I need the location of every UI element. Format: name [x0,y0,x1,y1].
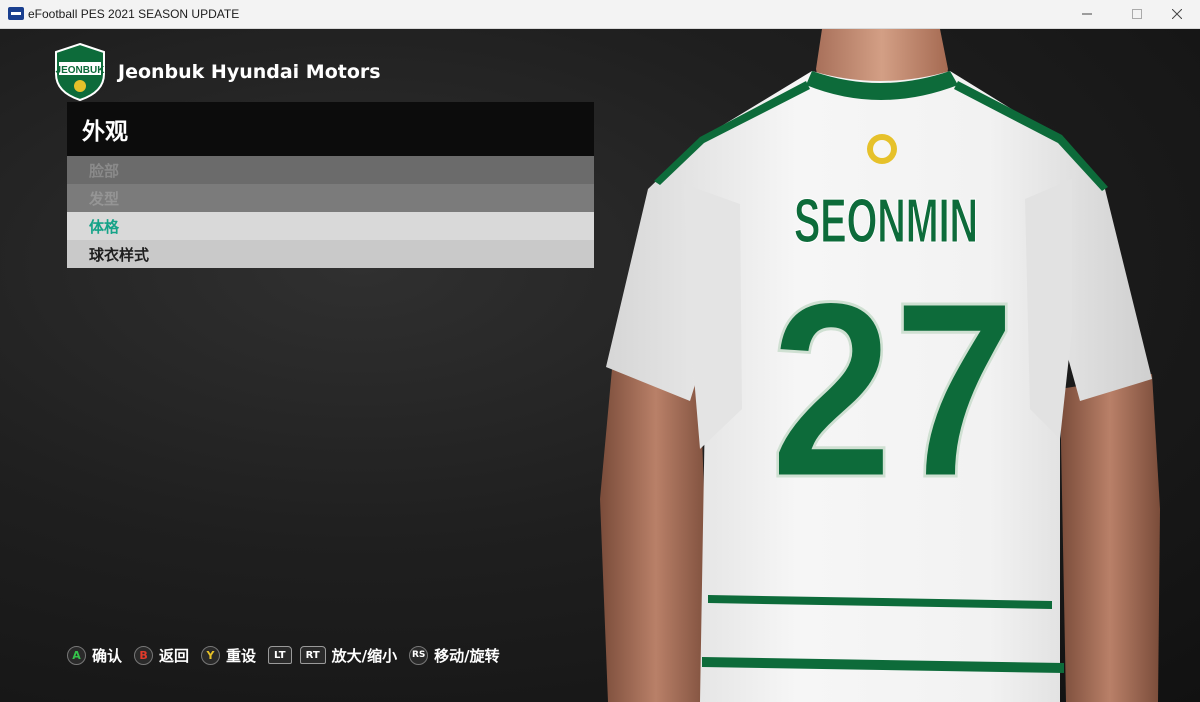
close-button[interactable] [1154,0,1200,28]
button-b-icon: B [134,645,154,665]
jersey-number: 27 [770,250,1016,529]
menu-item-label: 体格 [89,217,120,236]
efootball-app-icon [8,7,24,20]
control-label: 返回 [159,646,190,665]
minimize-button[interactable] [1064,0,1110,28]
control-label: 放大/缩小 [331,646,398,665]
button-a-icon: A [67,645,86,665]
menu-header: 外观 [67,102,594,156]
menu-item-label: 发型 [89,189,120,208]
control-back[interactable]: B 返回 [134,645,189,666]
control-label: 移动/旋转 [434,646,500,665]
control-reset[interactable]: Y 重设 [201,645,256,666]
menu-item-kit-style[interactable]: 球衣样式 [67,240,594,268]
game-screen: SEONMIN 27 JEONBUK Jeonbuk Hyundai Motor… [0,29,1200,702]
close-icon [1172,9,1182,19]
control-move-rotate[interactable]: RS 移动/旋转 [409,645,500,666]
jersey-crest-emblem-inner [873,140,891,158]
jersey-player-name: SEONMIN [794,187,978,256]
window-titlebar[interactable]: eFootball PES 2021 SEASON UPDATE [0,0,1200,29]
button-lt-icon: LT [268,646,292,664]
club-crest-icon: JEONBUK [55,42,106,102]
window-title: eFootball PES 2021 SEASON UPDATE [28,7,240,21]
menu-item-face[interactable]: 脸部 [67,156,594,184]
control-lt[interactable]: LT [268,646,292,664]
control-zoom[interactable]: RT 放大/缩小 [299,645,398,666]
control-confirm[interactable]: A 确认 [67,645,122,666]
control-label: 确认 [92,646,123,665]
control-label: 重设 [226,646,257,665]
club-crest-text: JEONBUK [56,65,106,76]
left-arm [600,369,712,702]
button-rs-icon: RS [409,645,429,665]
button-rt-icon: RT [299,646,326,664]
menu-item-label: 球衣样式 [89,245,150,264]
minimize-icon [1082,13,1092,15]
appearance-menu: 外观 脸部 发型 体格 球衣样式 [67,102,594,268]
menu-item-label: 脸部 [89,161,120,180]
club-name: Jeonbuk Hyundai Motors [118,61,381,83]
menu-item-physique[interactable]: 体格 [67,212,594,240]
menu-title: 外观 [82,119,128,145]
control-hints: A 确认 B 返回 Y 重设 LT RT 放大/缩小 RS 移动/旋转 [67,644,512,666]
menu-item-hairstyle[interactable]: 发型 [67,184,594,212]
right-arm [1060,374,1160,702]
button-y-icon: Y [201,645,221,665]
maximize-icon [1132,9,1142,19]
